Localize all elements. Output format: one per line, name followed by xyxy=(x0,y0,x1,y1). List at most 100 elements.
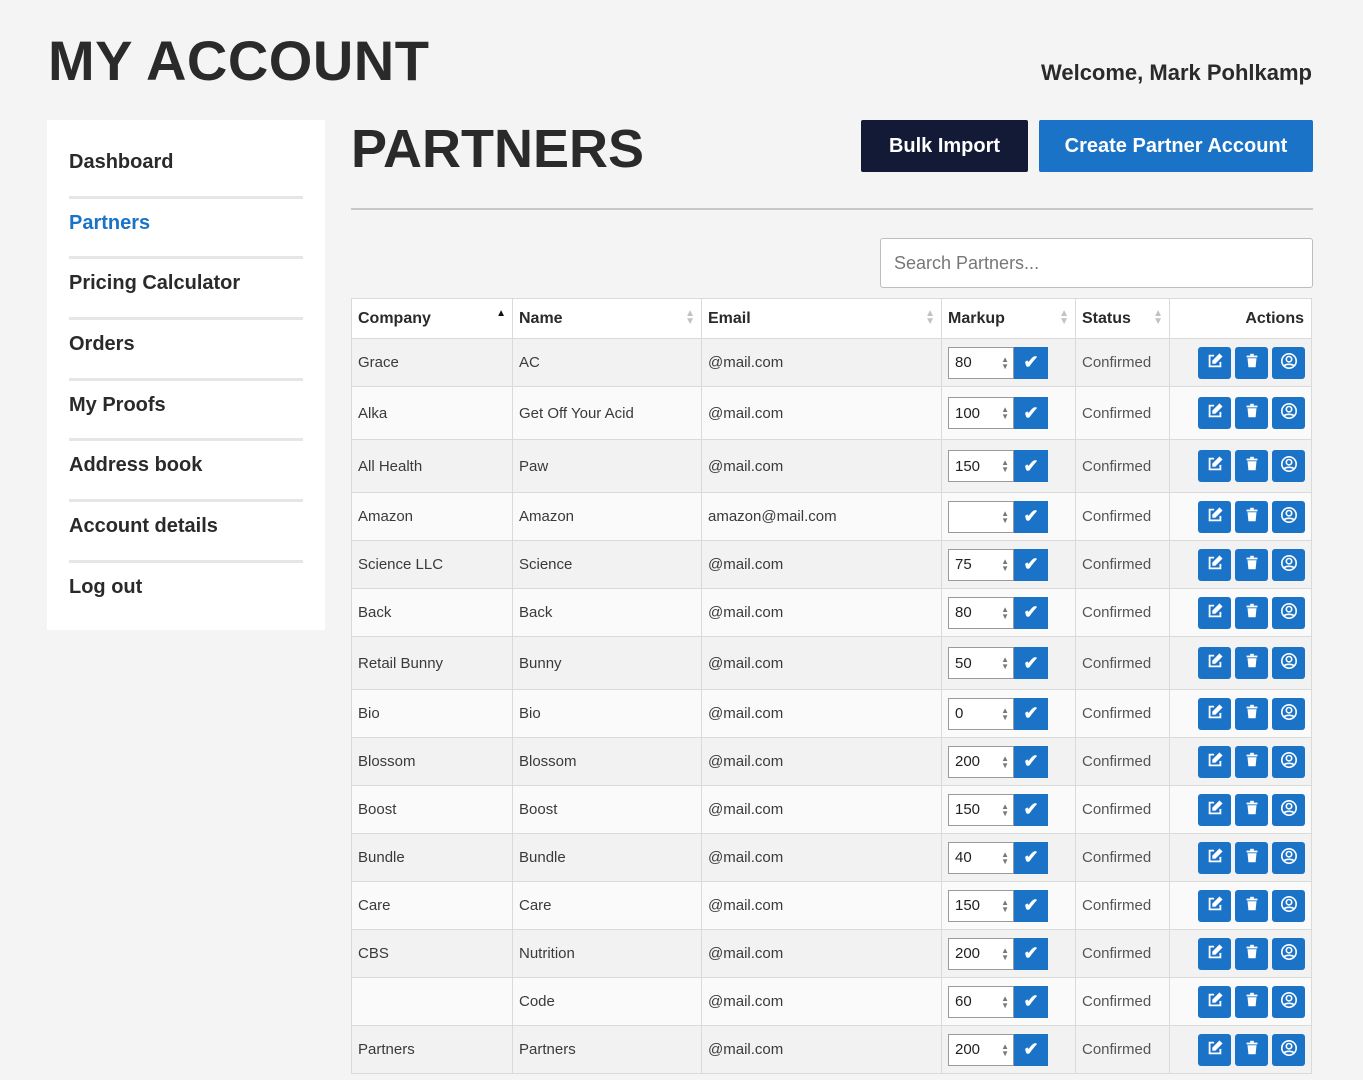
login-as-button[interactable] xyxy=(1272,889,1305,922)
spinner-icon[interactable]: ▲ ▼ xyxy=(1001,406,1009,421)
login-as-button[interactable] xyxy=(1272,937,1305,970)
spinner-icon[interactable]: ▲ ▼ xyxy=(1001,706,1009,721)
sidebar-item-account-details[interactable]: Account details xyxy=(69,502,303,563)
edit-button[interactable] xyxy=(1198,889,1231,922)
search-partners-input[interactable] xyxy=(880,238,1313,288)
save-markup-button[interactable]: ✔ xyxy=(1014,1033,1048,1066)
markup-input[interactable]: 80 ▲ ▼ xyxy=(948,596,1014,629)
login-as-button[interactable] xyxy=(1272,985,1305,1018)
delete-button[interactable] xyxy=(1235,500,1268,533)
edit-button[interactable] xyxy=(1198,450,1231,482)
login-as-button[interactable] xyxy=(1272,548,1305,581)
markup-input[interactable]: 200 ▲ ▼ xyxy=(948,1033,1014,1066)
delete-button[interactable] xyxy=(1235,937,1268,970)
spinner-icon[interactable]: ▲ ▼ xyxy=(1001,509,1009,524)
markup-input[interactable]: 150 ▲ ▼ xyxy=(948,450,1014,482)
spinner-icon[interactable]: ▲ ▼ xyxy=(1001,994,1009,1009)
sidebar-item-orders[interactable]: Orders xyxy=(69,320,303,381)
login-as-button[interactable] xyxy=(1272,596,1305,629)
spinner-icon[interactable]: ▲ ▼ xyxy=(1001,850,1009,865)
save-markup-button[interactable]: ✔ xyxy=(1014,548,1048,581)
spinner-icon[interactable]: ▲ ▼ xyxy=(1001,459,1009,474)
bulk-import-button[interactable]: Bulk Import xyxy=(861,120,1028,172)
save-markup-button[interactable]: ✔ xyxy=(1014,841,1048,874)
spinner-icon[interactable]: ▲ ▼ xyxy=(1001,1042,1009,1057)
column-header-email[interactable]: Email ▲ ▼ xyxy=(701,298,942,339)
markup-input[interactable]: 80 ▲ ▼ xyxy=(948,346,1014,379)
delete-button[interactable] xyxy=(1235,697,1268,730)
markup-input[interactable]: 200 ▲ ▼ xyxy=(948,937,1014,970)
edit-button[interactable] xyxy=(1198,548,1231,581)
edit-button[interactable] xyxy=(1198,647,1231,679)
edit-button[interactable] xyxy=(1198,697,1231,730)
edit-button[interactable] xyxy=(1198,596,1231,629)
spinner-icon[interactable]: ▲ ▼ xyxy=(1001,557,1009,572)
sidebar-item-address-book[interactable]: Address book xyxy=(69,441,303,503)
login-as-button[interactable] xyxy=(1272,793,1305,826)
login-as-button[interactable] xyxy=(1272,450,1305,482)
sidebar-item-pricing-calculator[interactable]: Pricing Calculator xyxy=(69,259,303,321)
delete-button[interactable] xyxy=(1235,397,1268,429)
spinner-icon[interactable]: ▲ ▼ xyxy=(1001,605,1009,620)
save-markup-button[interactable]: ✔ xyxy=(1014,985,1048,1018)
delete-button[interactable] xyxy=(1235,450,1268,482)
delete-button[interactable] xyxy=(1235,793,1268,826)
markup-input[interactable]: 50 ▲ ▼ xyxy=(948,647,1014,679)
save-markup-button[interactable]: ✔ xyxy=(1014,397,1048,429)
spinner-icon[interactable]: ▲ ▼ xyxy=(1001,754,1009,769)
markup-input[interactable]: 75 ▲ ▼ xyxy=(948,548,1014,581)
markup-input[interactable]: 150 ▲ ▼ xyxy=(948,793,1014,826)
edit-button[interactable] xyxy=(1198,346,1231,379)
sidebar-item-dashboard[interactable]: Dashboard xyxy=(69,138,303,199)
spinner-icon[interactable]: ▲ ▼ xyxy=(1001,355,1009,370)
login-as-button[interactable] xyxy=(1272,841,1305,874)
edit-button[interactable] xyxy=(1198,397,1231,429)
edit-button[interactable] xyxy=(1198,745,1231,778)
delete-button[interactable] xyxy=(1235,1033,1268,1066)
save-markup-button[interactable]: ✔ xyxy=(1014,745,1048,778)
login-as-button[interactable] xyxy=(1272,697,1305,730)
sidebar-item-partners[interactable]: Partners xyxy=(69,199,303,260)
markup-input[interactable]: 100 ▲ ▼ xyxy=(948,397,1014,429)
markup-input[interactable]: 60 ▲ ▼ xyxy=(948,985,1014,1018)
delete-button[interactable] xyxy=(1235,596,1268,629)
spinner-icon[interactable]: ▲ ▼ xyxy=(1001,802,1009,817)
markup-input[interactable]: ▲ ▼ xyxy=(948,500,1014,533)
save-markup-button[interactable]: ✔ xyxy=(1014,346,1048,379)
delete-button[interactable] xyxy=(1235,889,1268,922)
login-as-button[interactable] xyxy=(1272,397,1305,429)
column-header-markup[interactable]: Markup ▲ ▼ xyxy=(941,298,1076,339)
spinner-icon[interactable]: ▲ ▼ xyxy=(1001,946,1009,961)
save-markup-button[interactable]: ✔ xyxy=(1014,937,1048,970)
spinner-icon[interactable]: ▲ ▼ xyxy=(1001,656,1009,671)
edit-button[interactable] xyxy=(1198,985,1231,1018)
sidebar-item-log-out[interactable]: Log out xyxy=(69,563,303,624)
delete-button[interactable] xyxy=(1235,647,1268,679)
sidebar-item-my-proofs[interactable]: My Proofs xyxy=(69,381,303,442)
markup-input[interactable]: 200 ▲ ▼ xyxy=(948,745,1014,778)
column-header-status[interactable]: Status ▲ ▼ xyxy=(1075,298,1170,339)
save-markup-button[interactable]: ✔ xyxy=(1014,500,1048,533)
markup-input[interactable]: 0 ▲ ▼ xyxy=(948,697,1014,730)
delete-button[interactable] xyxy=(1235,745,1268,778)
column-header-company[interactable]: Company ▲ xyxy=(351,298,513,339)
save-markup-button[interactable]: ✔ xyxy=(1014,793,1048,826)
login-as-button[interactable] xyxy=(1272,346,1305,379)
markup-input[interactable]: 40 ▲ ▼ xyxy=(948,841,1014,874)
save-markup-button[interactable]: ✔ xyxy=(1014,647,1048,679)
save-markup-button[interactable]: ✔ xyxy=(1014,697,1048,730)
edit-button[interactable] xyxy=(1198,937,1231,970)
login-as-button[interactable] xyxy=(1272,500,1305,533)
login-as-button[interactable] xyxy=(1272,647,1305,679)
edit-button[interactable] xyxy=(1198,793,1231,826)
save-markup-button[interactable]: ✔ xyxy=(1014,450,1048,482)
spinner-icon[interactable]: ▲ ▼ xyxy=(1001,898,1009,913)
save-markup-button[interactable]: ✔ xyxy=(1014,889,1048,922)
delete-button[interactable] xyxy=(1235,346,1268,379)
save-markup-button[interactable]: ✔ xyxy=(1014,596,1048,629)
login-as-button[interactable] xyxy=(1272,745,1305,778)
delete-button[interactable] xyxy=(1235,985,1268,1018)
column-header-name[interactable]: Name ▲ ▼ xyxy=(512,298,702,339)
edit-button[interactable] xyxy=(1198,1033,1231,1066)
edit-button[interactable] xyxy=(1198,841,1231,874)
